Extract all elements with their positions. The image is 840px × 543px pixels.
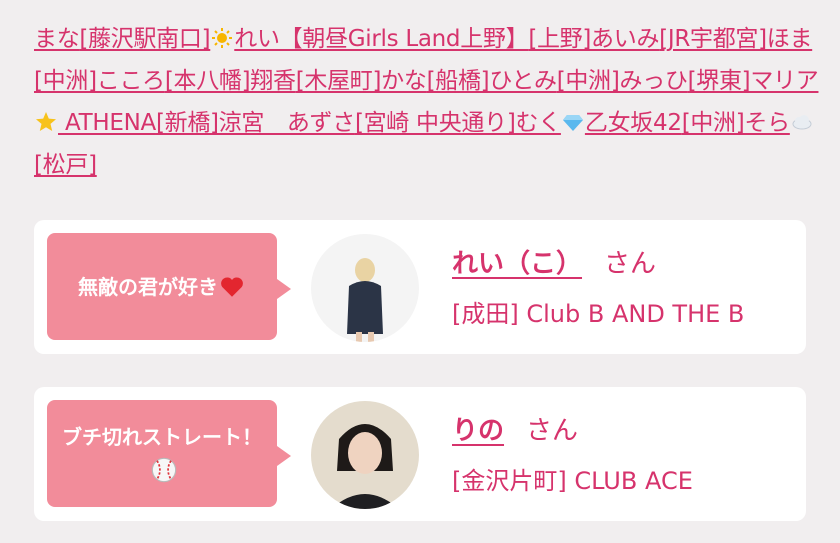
cast-info: れい（こ） さん [成田] Club B AND THE B [452, 244, 744, 334]
avatar[interactable] [311, 401, 419, 509]
catchphrase-bubble: ブチ切れストレート！ [47, 400, 291, 507]
shop-name: [成田] Club B AND THE B [452, 300, 745, 328]
sun-icon [212, 28, 233, 48]
cast-link[interactable]: れい【朝昼Girls Land上野】 [234, 26, 528, 52]
cast-link[interactable]: [上野]あいみ [528, 26, 659, 52]
avatar[interactable] [311, 234, 419, 342]
cast-link[interactable]: [船橋]ひとみ [427, 68, 557, 94]
link-text: [藤沢駅南口] [79, 26, 211, 52]
cast-link[interactable]: [新橋]涼宮 あずさ [156, 110, 355, 136]
cast-name-link[interactable]: れい（こ） [452, 249, 582, 279]
star-icon [36, 112, 56, 131]
cast-card[interactable]: 無敵の君が好き れい（こ） さん [成田] Club B AND THE B [34, 220, 806, 354]
catchphrase-text: 無敵の君が好き [78, 274, 218, 299]
cast-link[interactable]: [木屋町]かな [296, 68, 427, 94]
cast-link[interactable]: [本八幡]翔香 [165, 68, 296, 94]
cast-link[interactable]: ATHENA [58, 110, 156, 136]
cast-name-link[interactable]: りの [452, 416, 504, 446]
heart-icon [221, 276, 243, 297]
cast-link[interactable]: 乙女坂42 [585, 110, 682, 136]
cast-link[interactable]: [松戸] [34, 152, 97, 178]
cast-link[interactable]: [宮崎 中央通り]むく [355, 110, 561, 136]
cast-link[interactable]: [中洲]みっひ [557, 68, 688, 94]
link-text: まな [34, 26, 80, 52]
honorific: さん [526, 416, 579, 446]
honorific: さん [604, 249, 657, 279]
cast-info: りの さん [金沢片町] CLUB ACE [452, 411, 693, 501]
cast-link[interactable]: まな[藤沢駅南口] [34, 26, 211, 52]
cast-link[interactable]: [中洲]そら [682, 110, 790, 136]
cast-link[interactable]: [JR宇都宮]ほま [659, 26, 812, 52]
cast-link[interactable]: [堺東]マリア [688, 68, 819, 94]
catchphrase-text: ブチ切れストレート！ [59, 420, 265, 488]
cast-card[interactable]: ブチ切れストレート！ りの さん [金沢片町] CLUB ACE [34, 387, 806, 521]
catchphrase-bubble: 無敵の君が好き [47, 233, 291, 340]
cloud-icon [792, 115, 812, 130]
shop-name: [金沢片町] CLUB ACE [452, 467, 693, 495]
gem-icon [562, 115, 583, 131]
cast-link[interactable]: [中洲]こころ [34, 68, 165, 94]
baseball-icon [151, 457, 176, 482]
cast-links-paragraph: まな[藤沢駅南口] れい【朝昼Girls Land上野】[上野]あいみ[JR宇都宮… [34, 18, 824, 186]
